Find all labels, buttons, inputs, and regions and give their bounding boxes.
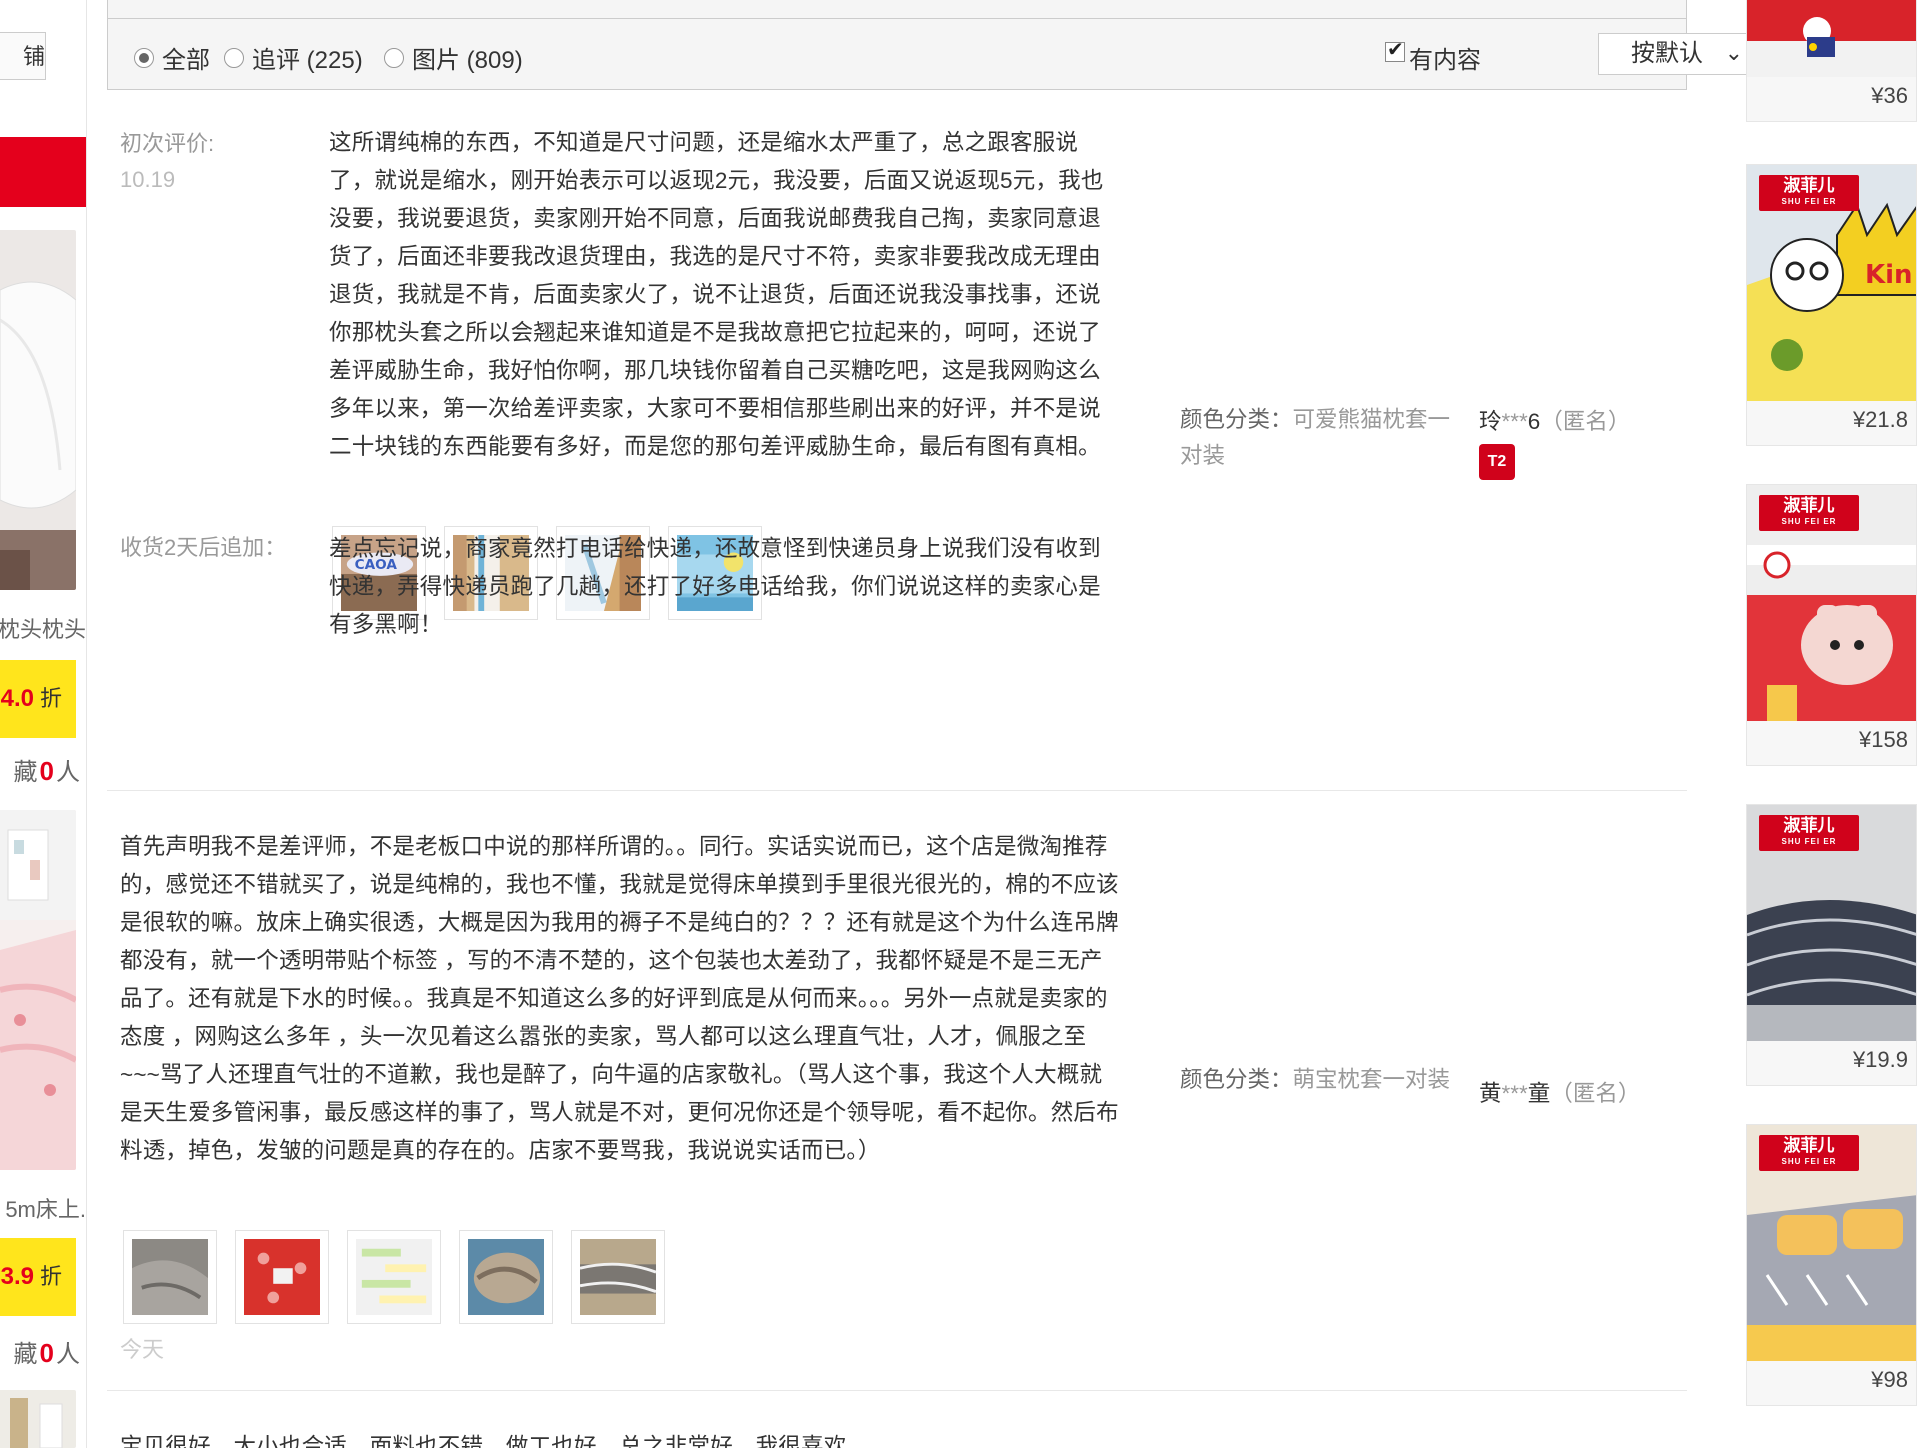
review-text: 宝贝很好，大小也合适，面料也不错，做工也好，总之非常好，我很喜欢: [120, 1434, 847, 1448]
reviewer-name[interactable]: 玲***6（匿名）: [1479, 404, 1630, 436]
sidebar-red-header: [0, 137, 86, 207]
brand-logo: 淑菲儿 SHU FEI ER: [1759, 815, 1859, 851]
sku-info: 颜色分类：可爱熊猫枕套一对装: [1180, 402, 1470, 474]
left-product-title[interactable]: .5m床上: [0, 1192, 86, 1224]
filter-pictures-label: 图片 (809): [412, 47, 523, 74]
review-item: 宝贝很好，大小也合适，面料也不错，做工也好，总之非常好，我很喜欢: [107, 1390, 1687, 1448]
fav-number: 0: [39, 756, 54, 786]
reviewer-name-end: 6: [1527, 409, 1541, 434]
discount-unit: 折: [39, 1264, 62, 1289]
sort-value: 按默认: [1631, 40, 1703, 67]
brand-name: 淑菲儿: [1783, 816, 1835, 835]
fav-label: 藏: [13, 1341, 38, 1368]
followup-label: 收货2天后追加：: [120, 535, 287, 560]
product-price: ¥19.9: [1852, 1047, 1908, 1072]
review-photo-thumb[interactable]: [347, 1230, 441, 1324]
reviewer-name-end: 童: [1527, 1081, 1551, 1106]
filter-followup-label: 追评 (225): [252, 47, 363, 74]
review-filter-bar: 全部 追评 (225) 图片 (809) 有内容 按默认 ⌄: [107, 0, 1762, 90]
brand-sub: SHU FEI ER: [1781, 837, 1837, 846]
reviewer-name-start: 玲: [1479, 409, 1502, 434]
review-photo-thumb[interactable]: [235, 1230, 329, 1324]
svg-text:Kin: Kin: [1865, 260, 1913, 290]
sku-value: 萌宝枕套一对装: [1292, 1067, 1451, 1092]
initial-review-date: 10.19: [120, 167, 176, 192]
favorite-count: 藏0人: [0, 752, 80, 787]
discount-unit: 折: [39, 686, 62, 711]
review-photo-thumb[interactable]: [571, 1230, 665, 1324]
member-level-badge-icon: T2: [1479, 444, 1515, 480]
left-recommend-sidebar: 铺 枕头枕头 4.0 折 藏0人 .5m床上 3.9 折 藏0人: [0, 0, 87, 1448]
discount-badge: 3.9 折: [0, 1238, 76, 1316]
sku-label: 颜色分类：: [1180, 407, 1293, 432]
fav-number: 0: [39, 1338, 54, 1368]
reviewer-name-start: 黄: [1479, 1081, 1502, 1106]
sku-info: 颜色分类：萌宝枕套一对装: [1180, 1062, 1470, 1098]
divider: [108, 18, 1686, 19]
filter-pictures[interactable]: 图片 (809): [384, 40, 523, 75]
review-item: 初次评价: 10.19 这所谓纯棉的东西，不知道是尺寸问题，还是缩水太严重了，总…: [107, 110, 1687, 791]
discount-badge: 4.0 折: [0, 660, 76, 738]
review-date: 今天: [120, 1337, 165, 1362]
product-image[interactable]: [0, 1390, 76, 1448]
review-text: 首先声明我不是差评师，不是老板口中说的那样所谓的。。同行。实话实说而已，这个店是…: [120, 834, 1119, 1163]
discount-value: 4.0: [0, 685, 34, 712]
review-photos: [123, 1230, 683, 1324]
product-image: [1747, 0, 1916, 77]
has-content-filter[interactable]: 有内容: [1385, 37, 1481, 75]
pillow-product-image[interactable]: [0, 230, 76, 590]
followup-text: 差点忘记说，商家竟然打电话给快递，还故意怪到快递员身上说我们没有收到快递，弄得快…: [329, 536, 1101, 637]
recommend-product-card[interactable]: 淑菲儿 SHU FEI ER ¥158: [1746, 484, 1917, 766]
enter-shop-button[interactable]: 铺: [0, 32, 46, 80]
brand-logo: 淑菲儿 SHU FEI ER: [1759, 1135, 1859, 1171]
brand-sub: SHU FEI ER: [1781, 197, 1837, 206]
reviewer-name-mask: ***: [1501, 409, 1528, 434]
brand-logo: 淑菲儿 SHU FEI ER: [1759, 175, 1859, 211]
review-photo-thumb[interactable]: [123, 1230, 217, 1324]
product-price: ¥98: [1871, 1367, 1908, 1392]
recommend-product-card[interactable]: Kin 淑菲儿 SHU FEI ER ¥21.8: [1746, 164, 1917, 446]
checkbox-checked-icon[interactable]: [1385, 37, 1405, 62]
radio-icon[interactable]: [224, 47, 244, 68]
product-price: ¥158: [1859, 727, 1908, 752]
recommend-product-card[interactable]: 淑菲儿 SHU FEI ER ¥19.9: [1746, 804, 1917, 1086]
product-price: ¥21.8: [1852, 407, 1908, 432]
review-item: 首先声明我不是差评师，不是老板口中说的那样所谓的。。同行。实话实说而已，这个店是…: [107, 790, 1687, 1391]
chevron-down-icon: ⌄: [1724, 40, 1743, 65]
recommend-product-card[interactable]: ¥36: [1746, 0, 1917, 122]
left-product-title[interactable]: 枕头枕头: [0, 612, 86, 644]
filter-all[interactable]: 全部: [134, 40, 210, 75]
review-photo-thumb[interactable]: [459, 1230, 553, 1324]
recommend-product-card[interactable]: 淑菲儿 SHU FEI ER ¥98: [1746, 1124, 1917, 1406]
filter-followup[interactable]: 追评 (225): [224, 40, 363, 75]
sku-label: 颜色分类：: [1180, 1067, 1293, 1092]
initial-review-label: 初次评价:: [120, 131, 215, 156]
radio-icon[interactable]: [384, 47, 404, 68]
favorite-count: 藏0人: [0, 1334, 80, 1369]
has-content-label: 有内容: [1409, 47, 1481, 74]
fav-unit: 人: [56, 759, 80, 786]
filter-all-label: 全部: [162, 47, 210, 74]
fav-label: 藏: [13, 759, 38, 786]
sort-dropdown[interactable]: 按默认 ⌄: [1598, 33, 1762, 75]
brand-name: 淑菲儿: [1783, 496, 1835, 515]
brand-sub: SHU FEI ER: [1781, 517, 1837, 526]
bedding-product-image[interactable]: [0, 810, 76, 1170]
right-recommend-sidebar: ¥36 Kin 淑菲儿 SHU FEI ER ¥21.8 淑菲儿 SHU FEI E…: [1746, 0, 1917, 1448]
fav-unit: 人: [56, 1341, 80, 1368]
product-price: ¥36: [1871, 83, 1908, 108]
reviewer-name[interactable]: 黄***童（匿名）: [1479, 1076, 1640, 1108]
brand-logo: 淑菲儿 SHU FEI ER: [1759, 495, 1859, 531]
reviewer-name-mask: ***: [1501, 1081, 1528, 1106]
brand-name: 淑菲儿: [1783, 176, 1835, 195]
radio-selected-icon[interactable]: [134, 47, 154, 68]
discount-value: 3.9: [0, 1263, 34, 1290]
review-text: 这所谓纯棉的东西，不知道是尺寸问题，还是缩水太严重了，总之跟客服说了，就说是缩水…: [329, 130, 1104, 459]
anonymous-tag: （匿名）: [1550, 1081, 1641, 1106]
anonymous-tag: （匿名）: [1540, 409, 1631, 434]
brand-name: 淑菲儿: [1783, 1136, 1835, 1155]
brand-sub: SHU FEI ER: [1781, 1157, 1837, 1166]
